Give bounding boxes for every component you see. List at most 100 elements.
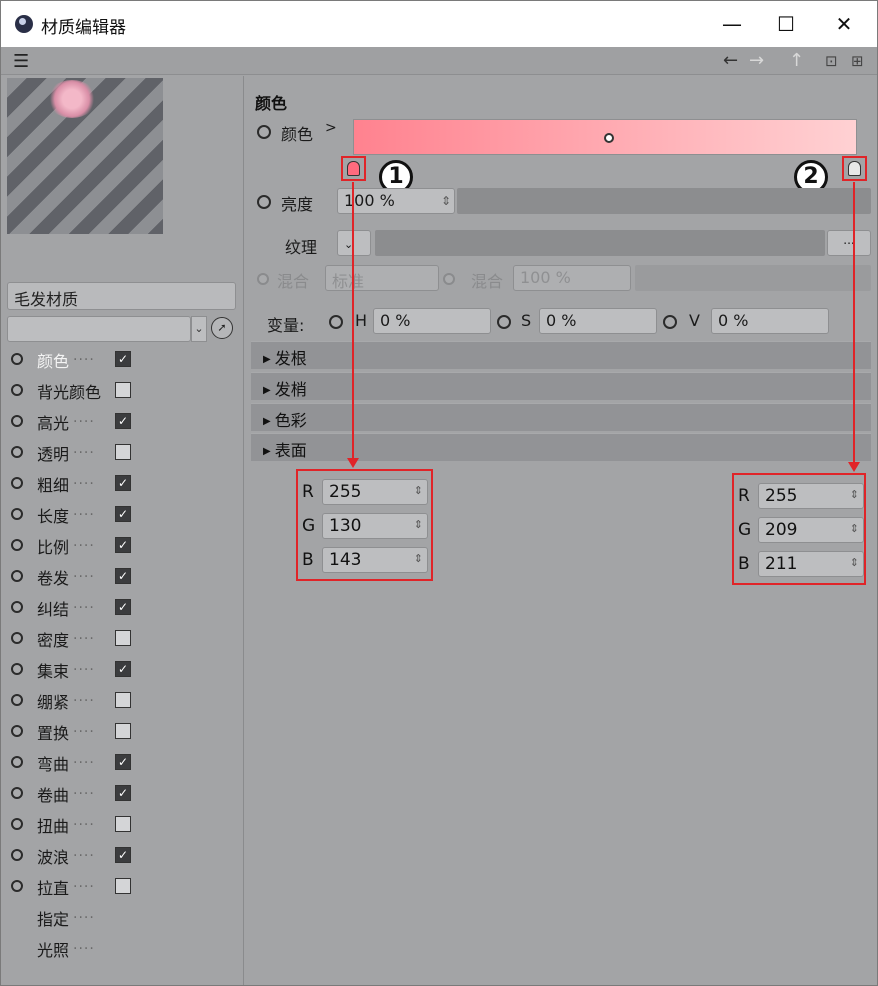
- gradient-knot[interactable]: [604, 133, 614, 143]
- stepper-icon[interactable]: ⇕: [414, 518, 423, 531]
- channel-radio[interactable]: [11, 632, 23, 644]
- chevron-right-icon[interactable]: >: [325, 120, 337, 136]
- brightness-animate-radio[interactable]: [257, 195, 271, 209]
- new-panel-icon[interactable]: ⊞: [851, 52, 864, 70]
- channel-radio[interactable]: [11, 415, 23, 427]
- channel-radio[interactable]: [11, 818, 23, 830]
- channel-item[interactable]: 扭曲....: [1, 809, 241, 840]
- checkbox-unchecked[interactable]: [115, 878, 131, 894]
- checkbox-checked[interactable]: ✓: [115, 506, 131, 522]
- channel-item[interactable]: 背光颜色: [1, 375, 241, 406]
- stepper-icon[interactable]: ⇕: [414, 552, 423, 565]
- channel-item[interactable]: 拉直....: [1, 871, 241, 902]
- channel-radio[interactable]: [11, 508, 23, 520]
- channel-item[interactable]: 波浪.... ✓: [1, 840, 241, 871]
- channel-item[interactable]: 卷发.... ✓: [1, 561, 241, 592]
- channel-item[interactable]: 集束.... ✓: [1, 654, 241, 685]
- material-name-field[interactable]: 毛发材质: [7, 282, 236, 310]
- channel-item[interactable]: 光照....: [1, 933, 241, 964]
- channel-radio[interactable]: [11, 570, 23, 582]
- v-animate-radio[interactable]: [663, 315, 677, 329]
- channel-radio[interactable]: [11, 353, 23, 365]
- checkbox-checked[interactable]: ✓: [115, 475, 131, 491]
- channel-radio[interactable]: [11, 601, 23, 613]
- chevron-down-icon[interactable]: ⌄: [191, 316, 207, 342]
- hamburger-icon[interactable]: ☰: [13, 51, 29, 72]
- channel-radio[interactable]: [11, 787, 23, 799]
- h-input[interactable]: 0 %: [373, 308, 491, 334]
- checkbox-unchecked[interactable]: [115, 723, 131, 739]
- stop1-r-input[interactable]: 255 ⇕: [322, 479, 428, 505]
- channel-item[interactable]: 绷紧....: [1, 685, 241, 716]
- s-input[interactable]: 0 %: [539, 308, 657, 334]
- checkbox-checked[interactable]: ✓: [115, 785, 131, 801]
- channel-item[interactable]: 弯曲.... ✓: [1, 747, 241, 778]
- checkbox-checked[interactable]: ✓: [115, 351, 131, 367]
- channel-radio[interactable]: [11, 663, 23, 675]
- channel-radio[interactable]: [11, 694, 23, 706]
- channel-radio[interactable]: [11, 725, 23, 737]
- channel-item[interactable]: 置换....: [1, 716, 241, 747]
- checkbox-checked[interactable]: ✓: [115, 568, 131, 584]
- stop1-b-input[interactable]: 143 ⇕: [322, 547, 428, 573]
- channel-item[interactable]: 卷曲.... ✓: [1, 778, 241, 809]
- checkbox-checked[interactable]: ✓: [115, 847, 131, 863]
- pick-target-icon[interactable]: ➚: [211, 317, 233, 339]
- checkbox-unchecked[interactable]: [115, 816, 131, 832]
- layer-select[interactable]: [7, 316, 191, 342]
- channel-radio[interactable]: [11, 880, 23, 892]
- stepper-icon[interactable]: ⇕: [850, 488, 859, 501]
- channel-item[interactable]: 粗细.... ✓: [1, 468, 241, 499]
- channel-radio[interactable]: [11, 446, 23, 458]
- section-color[interactable]: ▶ 色彩: [251, 403, 871, 431]
- channel-item[interactable]: 指定....: [1, 902, 241, 933]
- checkbox-unchecked[interactable]: [115, 630, 131, 646]
- color-gradient-bar[interactable]: [353, 119, 857, 155]
- channel-radio[interactable]: [11, 539, 23, 551]
- gradient-stop-1[interactable]: [341, 156, 366, 181]
- back-arrow-icon[interactable]: ←: [723, 50, 738, 71]
- gradient-stop-2[interactable]: [842, 156, 867, 181]
- brightness-input[interactable]: 100 %: [337, 188, 455, 214]
- checkbox-checked[interactable]: ✓: [115, 754, 131, 770]
- close-button[interactable]: ✕: [829, 9, 859, 39]
- texture-path-field[interactable]: [375, 230, 825, 256]
- channel-item[interactable]: 比例.... ✓: [1, 530, 241, 561]
- section-hair-tip[interactable]: ▶ 发梢: [251, 372, 871, 400]
- stepper-icon[interactable]: ⇕: [441, 194, 451, 208]
- channel-radio[interactable]: [11, 756, 23, 768]
- color-animate-radio[interactable]: [257, 125, 271, 139]
- s-animate-radio[interactable]: [497, 315, 511, 329]
- channel-radio[interactable]: [11, 477, 23, 489]
- stop2-b-input[interactable]: 211 ⇕: [758, 551, 864, 577]
- brightness-slider[interactable]: [457, 188, 871, 214]
- checkbox-unchecked[interactable]: [115, 444, 131, 460]
- checkbox-checked[interactable]: ✓: [115, 599, 131, 615]
- stepper-icon[interactable]: ⇕: [850, 522, 859, 535]
- h-animate-radio[interactable]: [329, 315, 343, 329]
- checkbox-checked[interactable]: ✓: [115, 537, 131, 553]
- minimize-button[interactable]: —: [717, 9, 747, 39]
- checkbox-unchecked[interactable]: [115, 692, 131, 708]
- channel-item[interactable]: 高光.... ✓: [1, 406, 241, 437]
- texture-dropdown[interactable]: ⌄: [337, 230, 371, 256]
- checkbox-checked[interactable]: ✓: [115, 661, 131, 677]
- channel-item[interactable]: 纠结.... ✓: [1, 592, 241, 623]
- checkbox-checked[interactable]: ✓: [115, 413, 131, 429]
- channel-radio[interactable]: [11, 849, 23, 861]
- stepper-icon[interactable]: ⇕: [850, 556, 859, 569]
- section-surface[interactable]: ▶ 表面: [251, 433, 871, 461]
- up-arrow-icon[interactable]: ↑: [789, 50, 804, 71]
- lock-icon[interactable]: ⊡: [825, 52, 838, 70]
- stop2-r-input[interactable]: 255 ⇕: [758, 483, 864, 509]
- stepper-icon[interactable]: ⇕: [414, 484, 423, 497]
- v-input[interactable]: 0 %: [711, 308, 829, 334]
- texture-browse-button[interactable]: ...: [827, 230, 871, 256]
- channel-item[interactable]: 密度....: [1, 623, 241, 654]
- channel-item[interactable]: 颜色.... ✓: [1, 344, 241, 375]
- stop2-g-input[interactable]: 209 ⇕: [758, 517, 864, 543]
- channel-item[interactable]: 长度.... ✓: [1, 499, 241, 530]
- forward-arrow-icon[interactable]: →: [749, 50, 764, 71]
- channel-radio[interactable]: [11, 384, 23, 396]
- channel-item[interactable]: 透明....: [1, 437, 241, 468]
